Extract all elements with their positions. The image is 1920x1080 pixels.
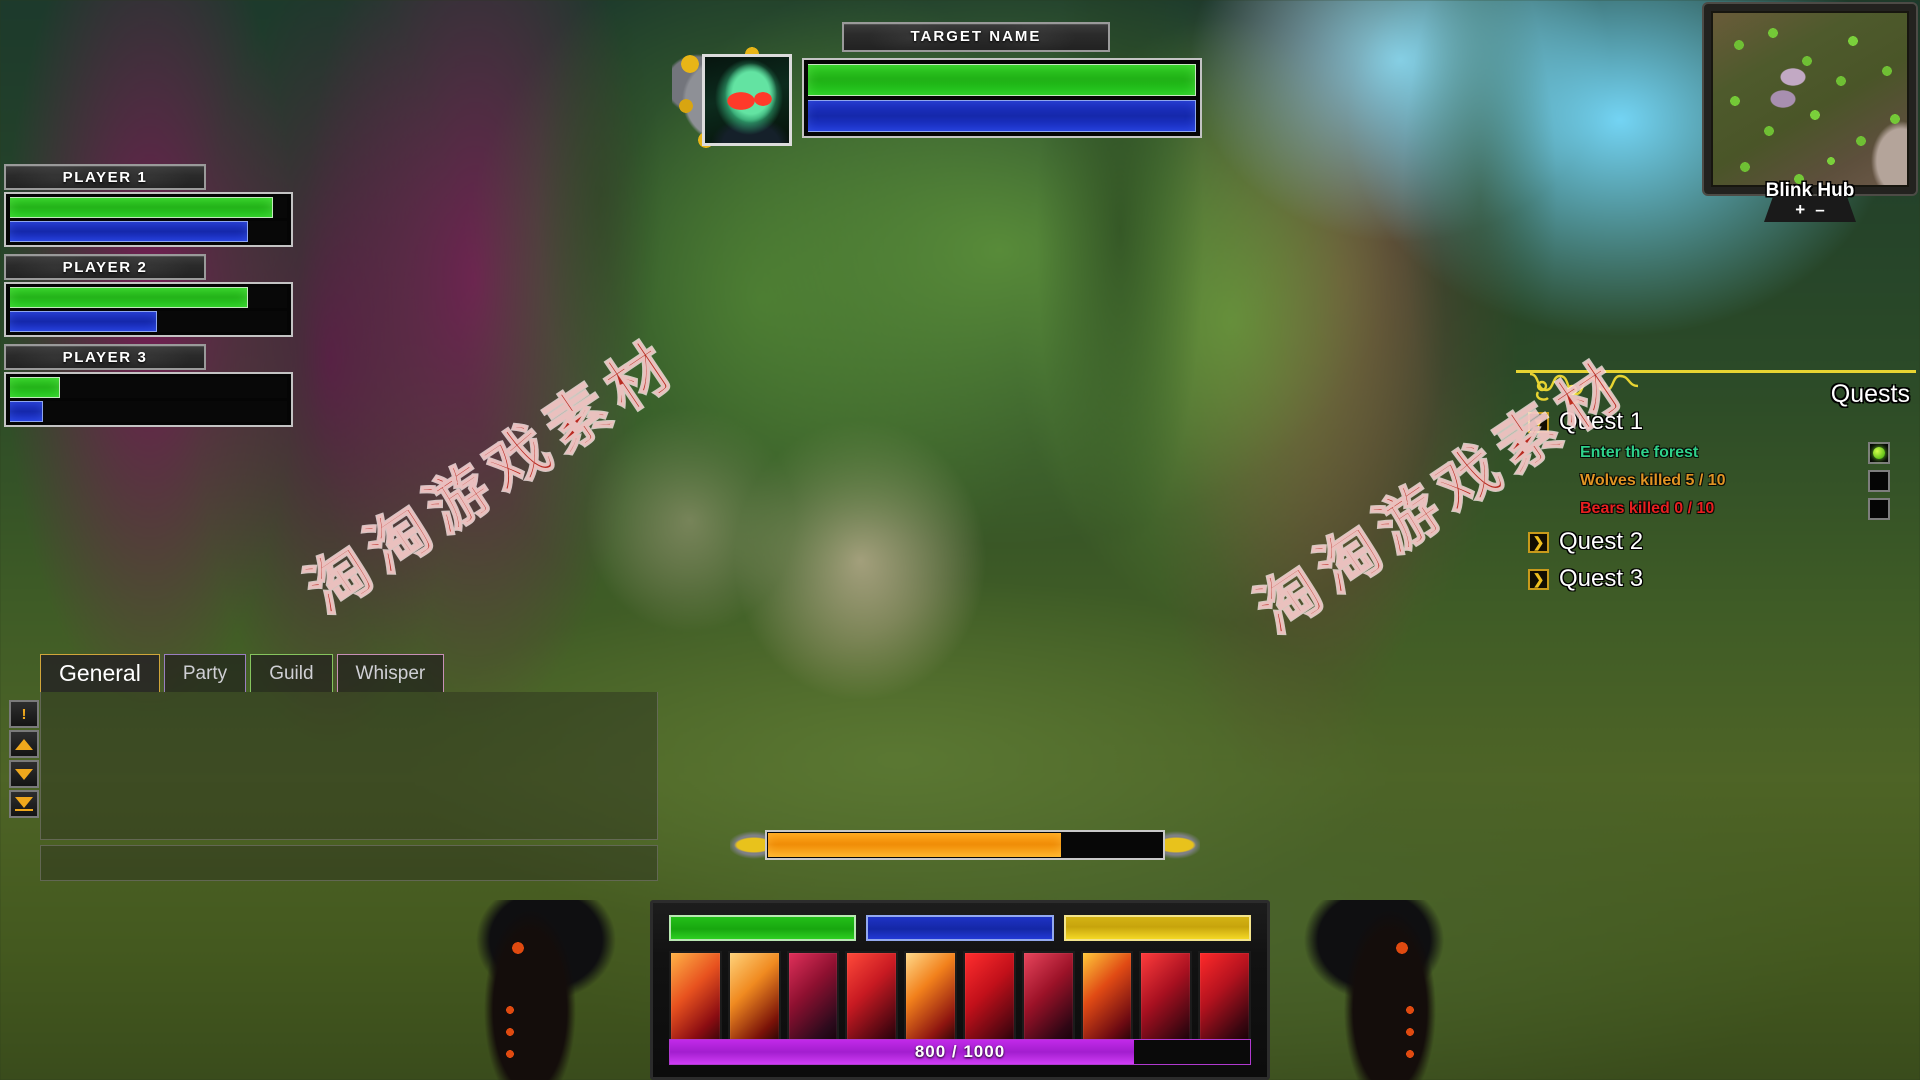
party-health-track: [10, 287, 287, 308]
party-health-fill: [10, 197, 274, 218]
ability-slot-5[interactable]: [904, 951, 957, 1049]
player-energy-bar: [1063, 915, 1251, 941]
party-frame-2[interactable]: PLAYER 2: [4, 254, 293, 337]
ability-slot-9[interactable]: [1139, 951, 1193, 1049]
target-portrait-icon[interactable]: [702, 54, 792, 146]
minimap-zoom-in-button[interactable]: +: [1795, 201, 1805, 218]
player-resource-bars: [669, 915, 1251, 941]
quest-row-3[interactable]: ❯ Quest 3: [1528, 565, 1643, 593]
quest-row-1[interactable]: ▾ Quest 1: [1528, 408, 1643, 436]
cast-bar-fill: [768, 833, 1062, 857]
ability-slot-4[interactable]: [845, 951, 899, 1049]
ability-slot-row: [669, 951, 1251, 1049]
quest-objective-indicator: [1868, 442, 1890, 464]
minimap[interactable]: Blink Hub + –: [1704, 4, 1916, 224]
experience-bar: 800 / 1000: [669, 1039, 1251, 1065]
tab-party[interactable]: Party: [163, 654, 247, 692]
chat-side-buttons: !: [9, 700, 43, 818]
tab-guild[interactable]: Guild: [250, 654, 333, 692]
target-health-fill: [808, 64, 1196, 96]
party-member-name: PLAYER 3: [4, 344, 206, 370]
party-member-name: PLAYER 2: [4, 254, 206, 280]
action-bar-body: 800 / 1000: [650, 900, 1270, 1080]
ability-slot-10[interactable]: [1198, 951, 1251, 1049]
quest-panel-title: Quests: [1830, 380, 1910, 408]
quest-label[interactable]: Quest 2: [1559, 528, 1643, 556]
player-health-bar: [669, 915, 857, 941]
party-health-track: [10, 377, 287, 398]
target-name-plate: TARGET NAME: [842, 22, 1110, 52]
party-health-track: [10, 197, 287, 218]
quest-objective: Bears killed 0 / 10: [1580, 500, 1715, 517]
target-health-track: [808, 64, 1196, 96]
ability-slot-1[interactable]: [669, 951, 722, 1049]
party-member-bars: [4, 192, 293, 247]
quest-objective: Enter the forest: [1580, 444, 1699, 461]
ability-slot-2[interactable]: [727, 951, 781, 1049]
party-mana-track: [10, 311, 287, 332]
tab-general[interactable]: General: [40, 654, 160, 692]
scroll-up-icon[interactable]: [9, 730, 39, 758]
party-member-bars: [4, 372, 293, 427]
chat-message-log[interactable]: [40, 692, 658, 840]
party-mana-fill: [10, 311, 157, 332]
tab-whisper[interactable]: Whisper: [336, 654, 445, 692]
party-mana-fill: [10, 401, 44, 422]
ability-slot-6[interactable]: [962, 951, 1016, 1049]
action-bar-ornament-left: [470, 900, 670, 1080]
quest-label[interactable]: Quest 3: [1559, 565, 1643, 593]
target-bars: [802, 58, 1202, 138]
party-mana-track: [10, 401, 287, 422]
experience-bar-label: 800 / 1000: [914, 1042, 1006, 1061]
cast-bar-track: [765, 830, 1165, 860]
chat-tab-bar: General Party Guild Whisper: [40, 654, 658, 692]
scroll-down-icon[interactable]: [9, 760, 39, 788]
scroll-to-bottom-icon[interactable]: [9, 790, 39, 818]
chevron-down-icon[interactable]: ▾: [1528, 411, 1549, 433]
quest-objective-indicator: [1868, 498, 1890, 520]
target-frame[interactable]: TARGET NAME: [672, 22, 1202, 154]
target-mana-fill: [808, 100, 1196, 132]
minimap-zoom-out-button[interactable]: –: [1815, 201, 1824, 218]
party-health-fill: [10, 287, 249, 308]
minimap-canvas[interactable]: [1704, 4, 1916, 194]
alert-exclamation-icon[interactable]: !: [9, 700, 39, 728]
quest-objective: Wolves killed 5 / 10: [1580, 472, 1726, 489]
party-mana-track: [10, 221, 287, 242]
quest-divider: [1516, 370, 1916, 373]
player-mana-bar: [866, 915, 1054, 941]
chevron-right-icon[interactable]: ❯: [1528, 568, 1549, 590]
party-health-fill: [10, 377, 60, 398]
objective-complete-dot: [1873, 447, 1885, 459]
quest-row-2[interactable]: ❯ Quest 2: [1528, 528, 1643, 556]
quest-label[interactable]: Quest 1: [1559, 408, 1643, 436]
minimap-zoom-controls[interactable]: + –: [1764, 196, 1856, 222]
action-bar: 800 / 1000: [470, 900, 1450, 1080]
chat-input-field[interactable]: [40, 845, 658, 881]
party-member-name: PLAYER 1: [4, 164, 206, 190]
action-bar-ornament-right: [1250, 900, 1450, 1080]
cast-bar: [730, 822, 1200, 870]
ability-slot-8[interactable]: [1080, 951, 1134, 1049]
quest-objective-indicator: [1868, 470, 1890, 492]
party-frame-1[interactable]: PLAYER 1: [4, 164, 293, 247]
party-member-bars: [4, 282, 293, 337]
chat-window: General Party Guild Whisper: [40, 654, 658, 881]
target-mana-track: [808, 100, 1196, 132]
party-mana-fill: [10, 221, 249, 242]
ability-slot-7[interactable]: [1021, 951, 1075, 1049]
ability-slot-3[interactable]: [786, 951, 840, 1049]
chevron-right-icon[interactable]: ❯: [1528, 531, 1549, 553]
party-frame-3[interactable]: PLAYER 3: [4, 344, 293, 427]
